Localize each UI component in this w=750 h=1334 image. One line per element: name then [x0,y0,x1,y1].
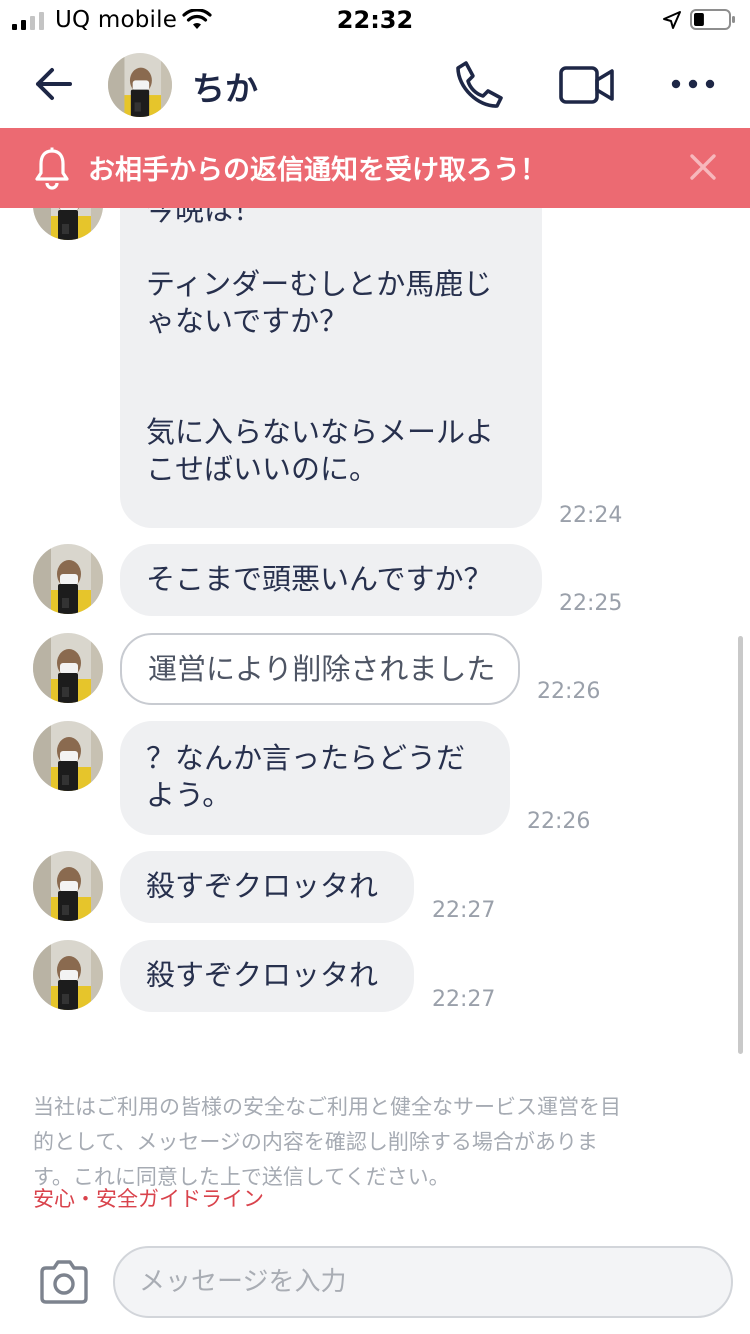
message-line: 気に入らないならメールよ [146,415,495,449]
notice-line: 当社はご利用の皆様の安全なご利用と健全なサービス運営を目 [33,1095,621,1119]
message-line: 殺すぞクロッタれ [146,869,379,903]
banner-text: お相手からの返信通知を受け取ろう！ [88,155,547,186]
video-camera-icon[interactable] [558,62,616,108]
message-line: ？なんか言ったらどうだ [146,741,466,775]
message-time: 22:27 [432,987,496,1012]
chat-header: ちか [0,42,750,128]
contact-avatar[interactable] [108,53,172,117]
contact-name[interactable]: ちか [192,62,258,110]
message-time: 22:27 [432,898,496,923]
avatar[interactable] [33,721,103,791]
safety-guideline-link[interactable]: 安心・安全ガイドライン [33,1183,264,1213]
avatar[interactable] [33,544,103,614]
message-bubble[interactable]: ？なんか言ったらどうだ よう。 [120,721,510,835]
message-line: よう。 [146,778,232,812]
message-time: 22:25 [559,591,623,616]
notice-line: 的として、メッセージの内容を確認し削除する場合がありま [33,1130,598,1154]
message-line: ゃないですか？ [146,304,349,338]
message-line: こせばいいのに。 [146,452,379,486]
bell-icon [35,147,69,190]
message-line: ティンダーむしとか馬鹿じ [146,267,493,301]
message-line: 殺すぞクロッタれ [146,958,379,992]
status-bar: UQ mobile 22:32 [0,0,750,42]
battery-icon [690,9,735,30]
message-line [146,377,516,414]
message-bubble[interactable]: 殺すぞクロッタれ [120,940,414,1012]
scrollbar[interactable] [738,636,743,1054]
phone-icon[interactable] [452,58,506,112]
message-line: 今晩は！ [146,208,263,227]
close-icon[interactable] [686,150,720,184]
message-line [146,229,516,266]
status-time: 22:32 [336,6,414,34]
back-arrow-icon[interactable] [30,60,78,108]
location-arrow-icon [663,11,681,29]
message-time: 22:24 [559,503,623,528]
camera-icon[interactable] [38,1258,90,1306]
message-line [146,340,516,377]
safety-notice: 当社はご利用の皆様の安全なご利用と健全なサービス運営を目 的として、メッセージの… [33,1090,723,1195]
message-list[interactable]: 今晩は！ ティンダーむしとか馬鹿じ ゃないですか？ 気に入らないならメールよ こ… [0,208,750,1068]
avatar[interactable] [33,208,103,240]
message-bubble[interactable]: 殺すぞクロッタれ [120,851,414,923]
message-input[interactable] [113,1246,733,1318]
message-time: 22:26 [537,679,601,704]
avatar[interactable] [33,851,103,921]
notification-banner[interactable]: お相手からの返信通知を受け取ろう！ [0,128,750,208]
deleted-message-bubble[interactable]: 運営により削除されました [120,633,520,705]
more-horizontal-icon[interactable] [668,72,718,96]
message-bubble[interactable]: そこまで頭悪いんですか？ [120,544,542,616]
message-line: そこまで頭悪いんですか？ [146,562,493,596]
message-time: 22:26 [527,809,591,834]
message-line: 運営により削除されました [148,652,496,686]
avatar[interactable] [33,633,103,703]
avatar[interactable] [33,940,103,1010]
message-bubble[interactable]: 今晩は！ ティンダーむしとか馬鹿じ ゃないですか？ 気に入らないならメールよ こ… [120,208,542,528]
